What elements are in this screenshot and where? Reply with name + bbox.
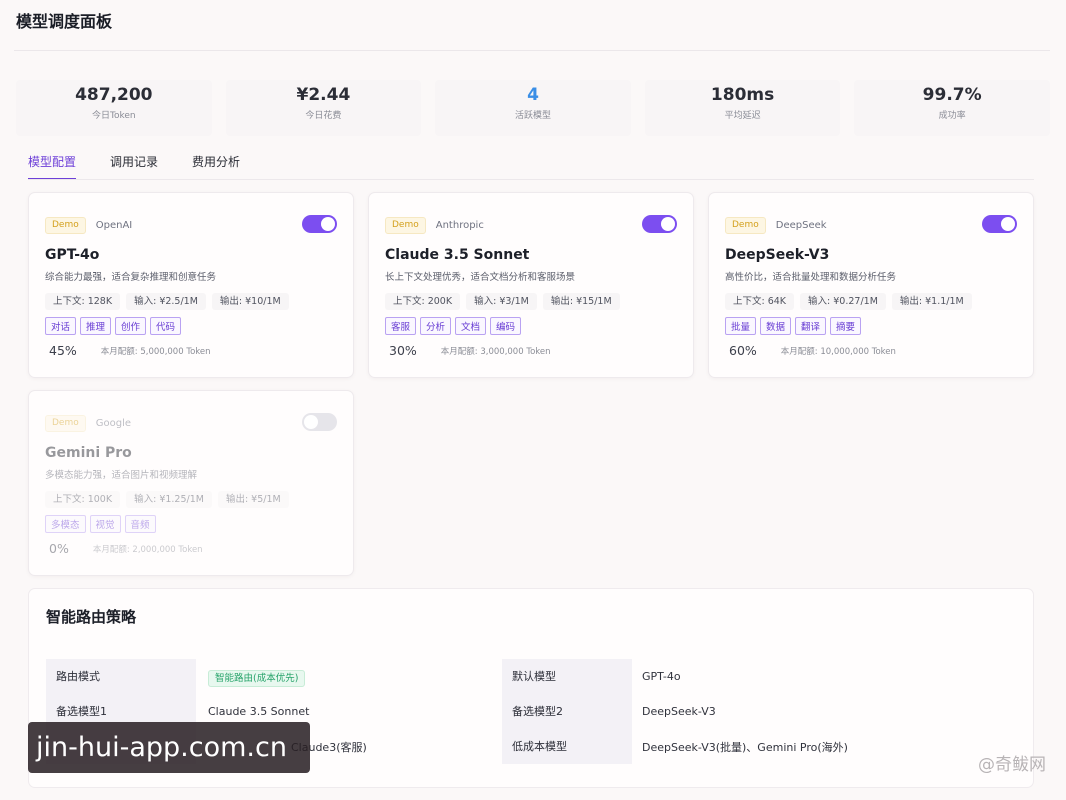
spec-output-price: 输出: ¥5/1M [217,491,289,508]
capability-tag[interactable]: 摘要 [830,317,862,335]
routing-row: 路由模式 智能路由(成本优先) 默认模型 GPT-4o [46,659,1019,694]
demo-badge: Demo [725,217,766,234]
spec-output-price: 输出: ¥15/1M [542,293,620,310]
spec-context: 上下文: 200K [385,293,461,310]
stat-tokens: 487,200 今日Token [16,80,212,136]
model-enable-toggle[interactable] [302,215,337,233]
capability-tag[interactable]: 编码 [490,317,522,335]
model-enable-toggle[interactable] [642,215,677,233]
usage-percent: 30% [389,343,417,358]
stat-value: 4 [527,85,539,105]
routing-key: 备选模型2 [502,694,632,729]
provider-label: OpenAI [95,220,133,231]
routing-value: Claude 3.5 Sonnet [208,705,310,718]
model-description: 高性价比，适合批量处理和数据分析任务 [725,272,897,283]
stats-bar: 487,200 今日Token ¥2.44 今日花费 4 活跃模型 180ms … [16,80,1050,136]
demo-badge: Demo [385,217,426,234]
stat-value: 99.7% [922,85,982,105]
capability-tag[interactable]: 批量 [725,317,757,335]
tabs-divider [28,179,1034,180]
model-name: Gemini Pro [45,445,132,461]
stat-label: 平均延迟 [724,111,761,121]
routing-mode-badge: 智能路由(成本优先) [208,669,306,687]
capability-tag[interactable]: 文档 [455,317,487,335]
capability-tag[interactable]: 客服 [385,317,417,335]
demo-badge: Demo [45,415,86,432]
model-enable-toggle[interactable] [982,215,1017,233]
capability-tag[interactable]: 数据 [760,317,792,335]
usage-percent: 60% [729,343,757,358]
stat-value: ¥2.44 [296,85,351,105]
monthly-quota: 本月配额: 5,000,000 Token [100,346,211,357]
model-card-gpt4o: Demo OpenAI GPT-4o 综合能力最强，适合复杂推理和创意任务 上下… [28,192,354,378]
model-card-gemini: Demo Google Gemini Pro 多模态能力强，适合图片和视频理解 … [28,390,354,576]
capability-tag[interactable]: 分析 [420,317,452,335]
routing-value: 智能路由(成本优先) [196,669,502,687]
spec-output-price: 输出: ¥1.1/1M [891,293,972,310]
provider-label: DeepSeek [775,220,827,231]
routing-value: DeepSeek-V3 [642,705,716,718]
model-description: 综合能力最强，适合复杂推理和创意任务 [45,272,217,283]
capability-tag[interactable]: 代码 [150,317,182,335]
usage-percent: 45% [49,343,77,358]
model-name: DeepSeek-V3 [725,247,830,263]
stat-value: 180ms [710,85,775,105]
stat-success-rate: 99.7% 成功率 [854,80,1050,136]
page-title: 模型调度面板 [16,12,113,31]
capability-tag[interactable]: 推理 [80,317,112,335]
model-name: Claude 3.5 Sonnet [385,247,530,263]
model-enable-toggle[interactable] [302,413,337,431]
capability-tag[interactable]: 翻译 [795,317,827,335]
monthly-quota: 本月配额: 3,000,000 Token [440,346,551,357]
provider-label: Anthropic [435,220,484,231]
capability-tag[interactable]: 对话 [45,317,77,335]
stat-label: 活跃模型 [514,111,551,121]
usage-percent: 0% [49,541,69,556]
corner-watermark: @奇鲅网 [978,755,1046,775]
model-description: 多模态能力强，适合图片和视频理解 [45,470,198,481]
tab-bar: 模型配置 调用记录 费用分析 [28,150,240,180]
routing-title: 智能路由策略 [46,608,137,626]
spec-output-price: 输出: ¥10/1M [211,293,289,310]
spec-context: 上下文: 128K [45,293,121,310]
demo-badge: Demo [45,217,86,234]
model-card-claude: Demo Anthropic Claude 3.5 Sonnet 长上下文处理优… [368,192,694,378]
spec-input-price: 输入: ¥0.27/1M [800,293,886,310]
monthly-quota: 本月配额: 10,000,000 Token [780,346,896,357]
monthly-quota: 本月配额: 2,000,000 Token [92,544,203,555]
model-description: 长上下文处理优秀，适合文档分析和客服场景 [385,272,576,283]
routing-key: 默认模型 [502,659,632,694]
model-name: GPT-4o [45,247,100,263]
spec-input-price: 输入: ¥3/1M [466,293,537,310]
tab-call-log[interactable]: 调用记录 [110,150,158,180]
stat-label: 今日花费 [305,111,342,121]
capability-tag[interactable]: 视觉 [89,515,121,533]
routing-key: 路由模式 [46,659,196,694]
routing-value: DeepSeek-V3(批量)、Gemini Pro(海外) [642,740,848,754]
provider-label: Google [95,418,132,429]
model-card-deepseek: Demo DeepSeek DeepSeek-V3 高性价比，适合批量处理和数据… [708,192,1034,378]
stat-value: 487,200 [75,85,153,105]
tab-model-config[interactable]: 模型配置 [28,150,77,180]
stat-latency: 180ms 平均延迟 [644,80,841,136]
stat-label: 今日Token [91,111,136,121]
capability-tag[interactable]: 音频 [124,515,156,533]
stat-cost: ¥2.44 今日花费 [225,80,422,136]
spec-context: 上下文: 100K [45,491,121,508]
title-divider [14,50,1050,51]
routing-value: GPT-4o [642,670,681,683]
tab-cost-analysis[interactable]: 费用分析 [192,150,240,180]
spec-input-price: 输入: ¥1.25/1M [126,491,212,508]
spec-context: 上下文: 64K [725,293,795,310]
watermark-url: jin-hui-app.com.cn [28,722,310,773]
stat-active-models: 4 活跃模型 [435,80,631,136]
capability-tag[interactable]: 创作 [115,317,147,335]
spec-input-price: 输入: ¥2.5/1M [126,293,206,310]
stat-label: 成功率 [938,111,966,121]
routing-key: 低成本模型 [502,729,632,764]
capability-tag[interactable]: 多模态 [45,515,86,533]
